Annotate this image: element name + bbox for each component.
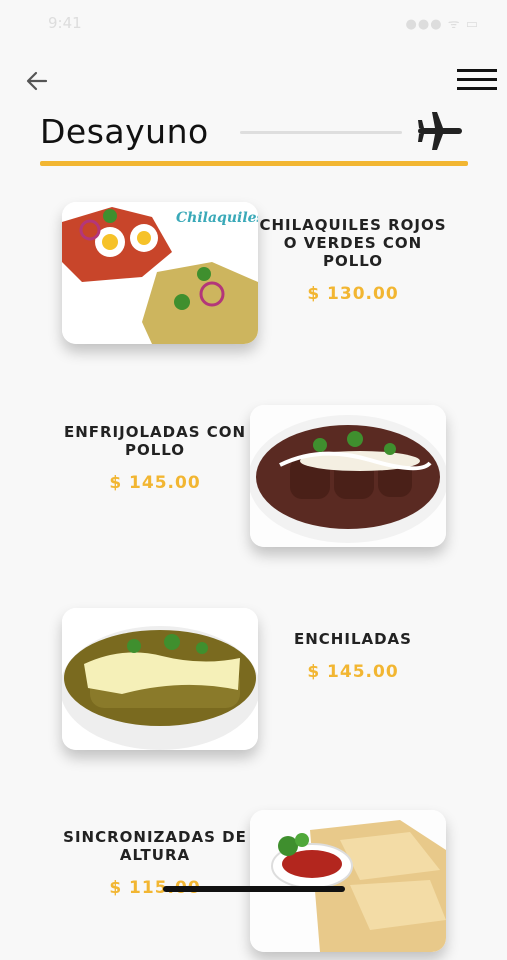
status-time: 9:41 <box>48 14 82 32</box>
airplane-icon <box>418 112 462 150</box>
page-title: Desayuno <box>40 112 209 151</box>
dish-info: ENCHILADAS $ 145.00 <box>258 630 448 682</box>
dish-image[interactable] <box>62 608 258 750</box>
section-header: Desayuno <box>40 110 470 158</box>
menu-button[interactable] <box>455 64 499 98</box>
dish-name: ENFRIJOLADAS CON POLLO <box>63 423 247 459</box>
menu-item[interactable]: ENCHILADAS $ 145.00 <box>62 608 452 758</box>
dish-price: $ 145.00 <box>109 473 201 493</box>
dish-image[interactable]: Chilaquiles <box>62 202 258 344</box>
dish-name: SINCRONIZADAS DE ALTURA <box>63 828 247 864</box>
menu-item[interactable]: Chilaquiles CHILAQUILES ROJOS O VERDES C… <box>62 202 452 352</box>
dish-image[interactable] <box>250 810 446 952</box>
title-divider <box>240 131 402 134</box>
dish-info: CHILAQUILES ROJOS O VERDES CON POLLO $ 1… <box>258 216 448 304</box>
dish-price: $ 130.00 <box>307 284 399 304</box>
dish-image-label: Chilaquiles <box>176 210 258 226</box>
status-icons: ●●● ᯤ ▭ <box>405 17 479 32</box>
hamburger-menu-icon <box>457 69 497 90</box>
home-indicator[interactable] <box>163 886 345 892</box>
menu-item[interactable]: ENFRIJOLADAS CON POLLO $ 145.00 <box>60 405 450 555</box>
dish-name: ENCHILADAS <box>294 630 412 648</box>
menu-item[interactable]: SINCRONIZADAS DE ALTURA $ 115.00 <box>60 810 450 960</box>
back-button[interactable] <box>22 66 54 96</box>
dish-price: $ 145.00 <box>307 662 399 682</box>
arrow-left-icon <box>26 71 48 91</box>
dish-image[interactable] <box>250 405 446 547</box>
dish-name: CHILAQUILES ROJOS O VERDES CON POLLO <box>259 216 447 270</box>
dish-info: ENFRIJOLADAS CON POLLO $ 145.00 <box>60 423 250 493</box>
section-underline <box>40 161 468 166</box>
status-bar: 9:41 ●●● ᯤ ▭ <box>0 0 507 44</box>
